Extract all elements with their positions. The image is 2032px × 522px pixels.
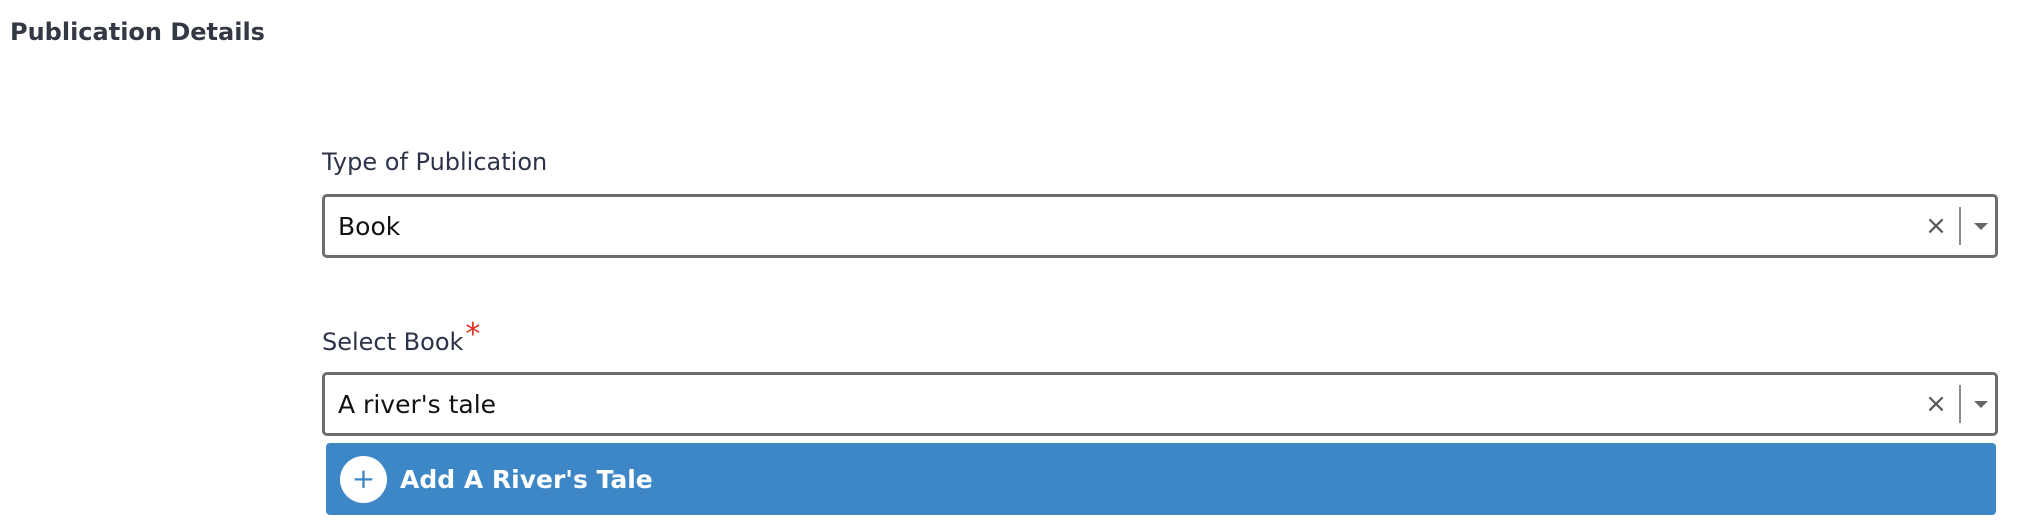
type-of-publication-select[interactable]: Book × xyxy=(322,194,1998,258)
add-book-option[interactable]: + Add A River's Tale xyxy=(326,443,1996,515)
select-book-value[interactable]: A river's tale xyxy=(325,390,1919,419)
select-book-label: Select Book* xyxy=(322,317,480,358)
chevron-down-icon[interactable] xyxy=(1967,400,1995,408)
plus-icon: + xyxy=(340,455,387,503)
select-book-input[interactable]: A river's tale × xyxy=(322,372,1998,436)
type-of-publication-label-text: Type of Publication xyxy=(322,148,548,176)
type-of-publication-value: Book xyxy=(338,211,401,241)
clear-type-icon[interactable]: × xyxy=(1919,211,1953,241)
select-book-label-text: Select Book xyxy=(322,328,464,356)
type-of-publication-label: Type of Publication xyxy=(322,148,547,176)
clear-book-icon[interactable]: × xyxy=(1919,389,1953,419)
add-book-option-label: Add A River's Tale xyxy=(400,464,653,494)
chevron-down-icon[interactable] xyxy=(1967,222,1995,230)
required-asterisk: * xyxy=(465,317,481,352)
select-divider xyxy=(1959,385,1961,423)
select-divider xyxy=(1959,207,1961,245)
section-title: Publication Details xyxy=(10,18,265,46)
